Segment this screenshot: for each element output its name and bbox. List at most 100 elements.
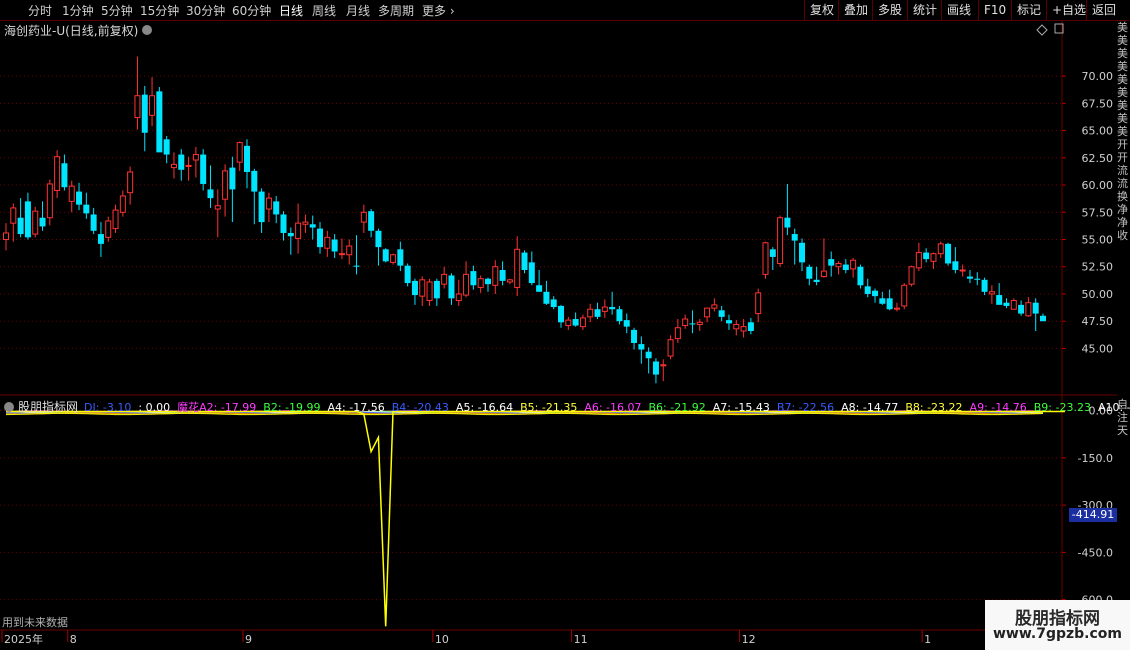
candle-body-50 [368, 211, 375, 231]
candle-body-21 [156, 91, 163, 153]
candle-body-129 [945, 243, 952, 264]
indicator-field-9: B6: -21.92 [648, 401, 706, 414]
candle-body-48 [353, 265, 360, 267]
candle-body-31 [229, 167, 236, 190]
candle-body-15 [112, 209, 119, 230]
indicator-field-14: A9: -14.76 [969, 401, 1027, 414]
candle-body-100 [733, 323, 740, 330]
candle-body-130 [952, 261, 959, 271]
candle-body-42 [309, 224, 316, 228]
candle-body-68 [499, 270, 506, 281]
candle-body-115 [842, 264, 849, 271]
candle-body-94 [689, 323, 696, 325]
candle-body-136 [996, 295, 1003, 305]
candle-body-4 [32, 210, 39, 235]
quote-panel-strip[interactable]: 美美美美美美美美美开开流流换净净收 [1117, 21, 1130, 391]
kline-chart[interactable]: 45.00 47.50 50.00 52.50 55.00 57.50 60.00 62.50… [0, 0, 1130, 650]
candle-body-73 [536, 285, 543, 292]
candle-body-128 [937, 243, 944, 255]
candle-body-36 [265, 197, 272, 210]
candle-body-90 [660, 364, 667, 367]
candle-body-37 [273, 201, 280, 215]
candle-body-71 [521, 252, 528, 271]
candle-body-49 [360, 211, 367, 223]
collapse-circle-icon[interactable] [4, 402, 14, 412]
candle-body-45 [331, 239, 338, 252]
candle-body-8 [61, 163, 68, 188]
candle-body-92 [674, 327, 681, 340]
title-dropdown-icon [142, 25, 152, 35]
candle-body-20 [149, 95, 156, 116]
indicator-field-13: B8: -23.22 [905, 401, 963, 414]
candle-body-113 [828, 259, 835, 266]
candle-body-24 [178, 154, 185, 170]
site-watermark: 股朋指标网 www.7gpzb.com [985, 600, 1130, 650]
candle-body-18 [134, 95, 141, 119]
indicator-legend: 股朋指标网 DI: -3.10: 0.00 魔花A2: -17.99 B2: -19.… [4, 398, 1130, 415]
candle-body-106 [777, 217, 784, 264]
candle-body-69 [506, 279, 513, 283]
candle-body-2 [17, 217, 24, 235]
candle-body-39 [287, 232, 294, 237]
candle-body-43 [317, 228, 324, 248]
candle-body-102 [747, 322, 754, 332]
candle-body-26 [192, 154, 199, 161]
price-tick-label-10: 70.00 [1082, 70, 1114, 83]
indicator-field-6: A5: -16.64 [455, 401, 514, 414]
candle-body-120 [879, 298, 886, 304]
diamond-icon [1036, 24, 1048, 36]
candle-body-55 [404, 265, 411, 284]
candle-body-60 [441, 273, 448, 285]
candle-body-63 [463, 273, 470, 296]
candle-body-109 [799, 242, 806, 263]
candle-body-53 [390, 254, 397, 263]
indicator-panel-strip[interactable]: 自注天 [1117, 398, 1130, 478]
candle-body-117 [857, 266, 864, 286]
candle-body-122 [893, 307, 900, 310]
candle-body-67 [492, 266, 499, 286]
candle-body-95 [696, 321, 703, 325]
candle-body-51 [375, 230, 382, 248]
candle-body-77 [565, 319, 572, 327]
candle-body-5 [39, 217, 46, 227]
candle-body-1 [10, 207, 17, 224]
time-tick-label-2: 9 [245, 633, 252, 646]
price-tick-label-8: 65.00 [1082, 125, 1114, 138]
no-future-data-label: 用到未来数据 [2, 616, 68, 629]
candle-body-27 [200, 154, 207, 184]
indicator-field-4: A4: -17.56 [327, 401, 385, 414]
price-tick-label-3: 52.50 [1082, 261, 1114, 274]
candle-body-138 [1010, 300, 1017, 310]
candle-body-133 [974, 278, 981, 280]
candle-body-91 [667, 339, 674, 357]
candle-body-59 [433, 280, 440, 299]
candle-body-33 [243, 145, 250, 172]
candle-body-121 [886, 298, 893, 310]
candle-body-38 [280, 214, 287, 233]
candle-body-0 [3, 232, 9, 241]
indicator-current-value: -414.91 [1069, 508, 1117, 522]
price-tick-label-9: 67.50 [1082, 97, 1114, 110]
candle-body-17 [127, 171, 134, 194]
candle-body-13 [97, 234, 104, 244]
time-tick-label-4: 11 [574, 633, 588, 646]
price-tick-label-7: 62.50 [1082, 152, 1114, 165]
price-tick-label-4: 55.00 [1082, 234, 1114, 247]
candle-body-124 [908, 266, 915, 285]
candle-body-40 [295, 222, 302, 239]
time-tick-label-1: 8 [70, 633, 77, 646]
candle-body-32 [236, 142, 243, 163]
candle-body-72 [528, 262, 535, 284]
candle-body-93 [682, 318, 689, 327]
candle-body-23 [170, 163, 177, 169]
candle-body-87 [638, 344, 645, 350]
candle-body-12 [90, 214, 97, 231]
candle-body-34 [251, 170, 258, 192]
candle-body-6 [46, 183, 53, 219]
price-tick-label-2: 50.00 [1082, 288, 1114, 301]
watermark-url: www.7gpzb.com [992, 626, 1122, 642]
candle-body-70 [514, 248, 521, 288]
candle-body-3 [24, 201, 31, 238]
price-tick-label-1: 47.50 [1082, 315, 1114, 328]
indicator-field-10: A7: -15.43 [712, 401, 770, 414]
